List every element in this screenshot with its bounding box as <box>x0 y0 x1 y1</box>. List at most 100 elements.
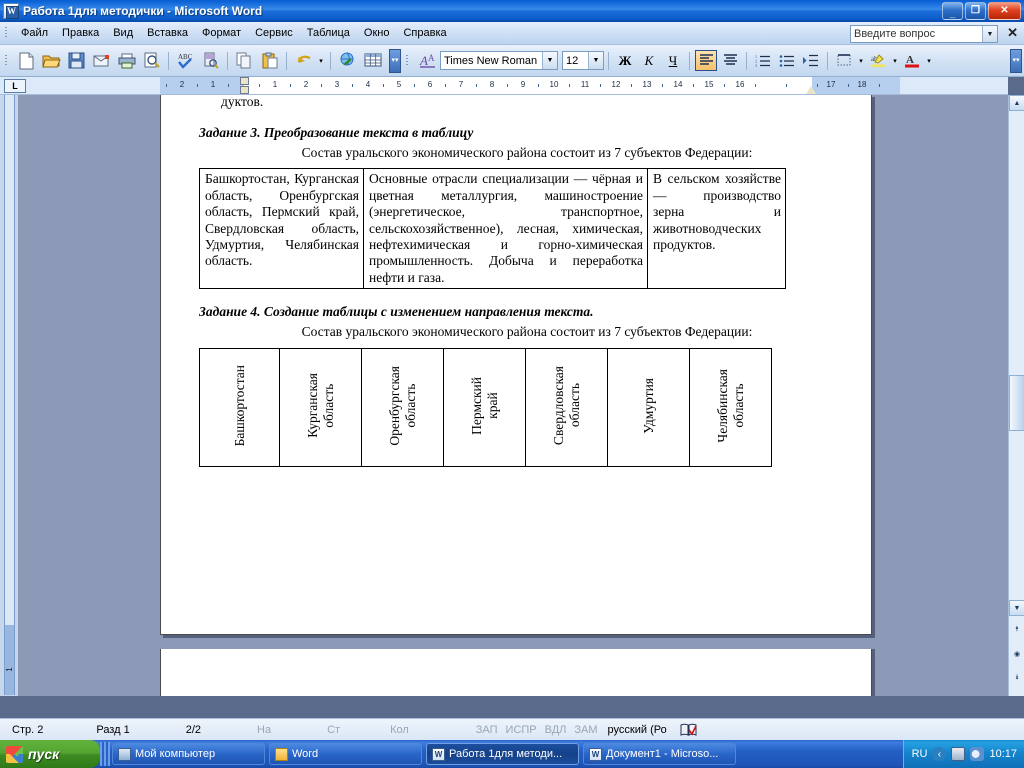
select-browse-object-button[interactable]: ◉ <box>1009 646 1024 662</box>
status-page[interactable]: Стр. 2 <box>12 724 43 736</box>
undo-dropdown-icon[interactable]: ▾ <box>316 57 326 65</box>
status-extend-selection[interactable]: ВДЛ <box>545 724 567 736</box>
chevron-down-icon[interactable]: ▼ <box>542 52 557 69</box>
rotated-cell-perm[interactable]: Пермский край <box>443 348 526 468</box>
rotated-cell-kurgan[interactable]: Курганская область <box>279 348 362 468</box>
formatting-toolbar-grip[interactable] <box>403 53 412 69</box>
insert-table-icon[interactable] <box>361 50 384 72</box>
research-icon[interactable] <box>199 50 222 72</box>
close-icon[interactable]: ✕ <box>1007 26 1018 40</box>
font-size-combobox[interactable]: 12 ▼ <box>562 51 604 70</box>
table-cell-industries[interactable]: Основные отрасли специализации — чёрная … <box>363 168 648 290</box>
network-icon[interactable] <box>951 747 966 761</box>
menu-item-format[interactable]: Формат <box>195 25 248 41</box>
menu-item-table[interactable]: Таблица <box>300 25 357 41</box>
font-color-dropdown-icon[interactable]: ▾ <box>924 57 934 65</box>
underline-button[interactable]: Ч <box>662 50 684 71</box>
vertical-scroll-thumb[interactable] <box>1009 375 1024 431</box>
vertical-scrollbar[interactable]: ▲ ▼ ⯭ ◉ ⯯ <box>1008 95 1024 696</box>
ask-a-question-box[interactable]: Введите вопрос ▼ <box>850 25 998 43</box>
vertical-ruler[interactable]: 2 1 <box>0 95 18 750</box>
rotated-cell-chelyabinsk[interactable]: Челябинская область <box>689 348 772 468</box>
menu-item-tools[interactable]: Сервис <box>248 25 300 41</box>
minimize-button[interactable]: _ <box>942 2 963 20</box>
clock[interactable]: 10:17 <box>989 748 1017 760</box>
status-record-mode[interactable]: ЗАП <box>476 724 498 736</box>
first-line-indent-marker[interactable] <box>240 77 249 85</box>
start-button[interactable]: пуск <box>0 740 100 768</box>
rotated-cell-orenburg[interactable]: Оренбургская область <box>361 348 444 468</box>
paste-icon[interactable] <box>258 50 281 72</box>
align-center-icon[interactable] <box>719 50 741 71</box>
hanging-indent-marker[interactable] <box>240 86 249 94</box>
mail-recipient-icon[interactable] <box>90 50 113 72</box>
menu-item-window[interactable]: Окно <box>357 25 397 41</box>
status-overtype[interactable]: ЗАМ <box>574 724 597 736</box>
menu-grip-handle[interactable] <box>2 25 11 41</box>
input-language-indicator[interactable]: RU <box>912 748 928 760</box>
highlight-icon[interactable]: ab <box>867 50 889 71</box>
style-a-icon[interactable]: AA <box>416 50 439 72</box>
standard-toolbar-grip[interactable] <box>2 53 11 69</box>
save-disk-icon[interactable] <box>65 50 88 72</box>
borders-dropdown-icon[interactable]: ▾ <box>856 57 866 65</box>
undo-icon[interactable] <box>292 50 315 72</box>
tab-selector-button[interactable]: L <box>4 79 26 93</box>
hyperlink-icon[interactable] <box>336 50 359 72</box>
ruler-track[interactable]: 21 12 34 56 78 9 10 11 12 13 14 15 16 17 18 <box>160 77 900 94</box>
document-page-next[interactable] <box>160 649 872 696</box>
print-icon[interactable] <box>115 50 138 72</box>
standard-toolbar-overflow-button[interactable]: ▾▾ <box>389 48 401 73</box>
numbered-list-icon[interactable]: 123 <box>752 50 774 71</box>
increase-indent-icon[interactable] <box>800 50 822 71</box>
font-color-icon[interactable]: A <box>901 50 923 71</box>
spelling-status-icon[interactable] <box>680 723 697 737</box>
align-left-icon[interactable] <box>695 50 717 71</box>
italic-button[interactable]: К <box>638 50 660 71</box>
menu-item-help[interactable]: Справка <box>396 25 453 41</box>
previous-page-button[interactable]: ⯭ <box>1009 622 1024 638</box>
scroll-down-button[interactable]: ▼ <box>1009 600 1024 616</box>
rotated-cell-bashkortostan[interactable]: Башкортостан <box>199 348 280 468</box>
taskbar-item-document1[interactable]: Документ1 - Microso... <box>583 743 736 765</box>
spelling-check-icon[interactable]: ABC <box>174 50 197 72</box>
status-track-changes[interactable]: ИСПР <box>506 724 537 736</box>
status-page-count[interactable]: 2/2 <box>186 724 201 736</box>
taskbar-item-word-folder[interactable]: Word <box>269 743 422 765</box>
chevron-down-icon[interactable]: ▼ <box>588 52 603 69</box>
menu-item-insert[interactable]: Вставка <box>140 25 195 41</box>
next-page-button[interactable]: ⯯ <box>1009 670 1024 686</box>
font-name-combobox[interactable]: Times New Roman ▼ <box>440 51 558 70</box>
rotated-cell-sverdlovsk[interactable]: Свердловская область <box>525 348 608 468</box>
new-document-icon[interactable] <box>15 50 38 72</box>
close-button[interactable]: ✕ <box>988 2 1021 20</box>
bold-button[interactable]: Ж <box>614 50 636 71</box>
chevron-down-icon[interactable]: ▼ <box>982 26 997 42</box>
status-section[interactable]: Разд 1 <box>96 724 129 736</box>
horizontal-ruler[interactable]: L 21 12 34 56 78 9 10 11 12 13 14 15 16 17 18 <box>0 77 1008 95</box>
restore-button[interactable]: ❐ <box>965 2 986 20</box>
copy-icon[interactable] <box>233 50 256 72</box>
right-indent-marker[interactable] <box>806 86 816 94</box>
volume-icon[interactable] <box>970 747 985 761</box>
taskbar-item-my-computer[interactable]: Мой компьютер <box>112 743 265 765</box>
rotated-cell-udmurtia[interactable]: Удмуртия <box>607 348 690 468</box>
highlight-dropdown-icon[interactable]: ▾ <box>890 57 900 65</box>
formatting-toolbar-overflow-button[interactable]: ▾▾ <box>1010 48 1022 73</box>
taskbar-item-rabota1[interactable]: Работа 1для методи... <box>426 743 579 765</box>
print-preview-icon[interactable] <box>140 50 163 72</box>
status-language[interactable]: русский (Ро <box>608 724 667 736</box>
taskbar-grip[interactable] <box>100 742 110 766</box>
menu-item-view[interactable]: Вид <box>106 25 140 41</box>
menu-item-edit[interactable]: Правка <box>55 25 106 41</box>
menu-item-file[interactable]: Файл <box>14 25 55 41</box>
document-canvas[interactable]: дуктов. Задание 3. Преобразование текста… <box>18 95 1008 696</box>
task3-table[interactable]: Башкортостан, Курганская область, Оренбу… <box>199 168 786 290</box>
task4-table[interactable]: Башкортостан Курганская область Оренбург… <box>199 348 772 468</box>
bulleted-list-icon[interactable] <box>776 50 798 71</box>
show-hidden-icons-button[interactable]: ‹ <box>932 747 947 761</box>
borders-icon[interactable] <box>833 50 855 71</box>
table-cell-agriculture[interactable]: В сельском хозяйстве — производство зерн… <box>647 168 786 290</box>
scroll-up-button[interactable]: ▲ <box>1009 95 1024 111</box>
document-page-2[interactable]: дуктов. Задание 3. Преобразование текста… <box>160 95 872 635</box>
